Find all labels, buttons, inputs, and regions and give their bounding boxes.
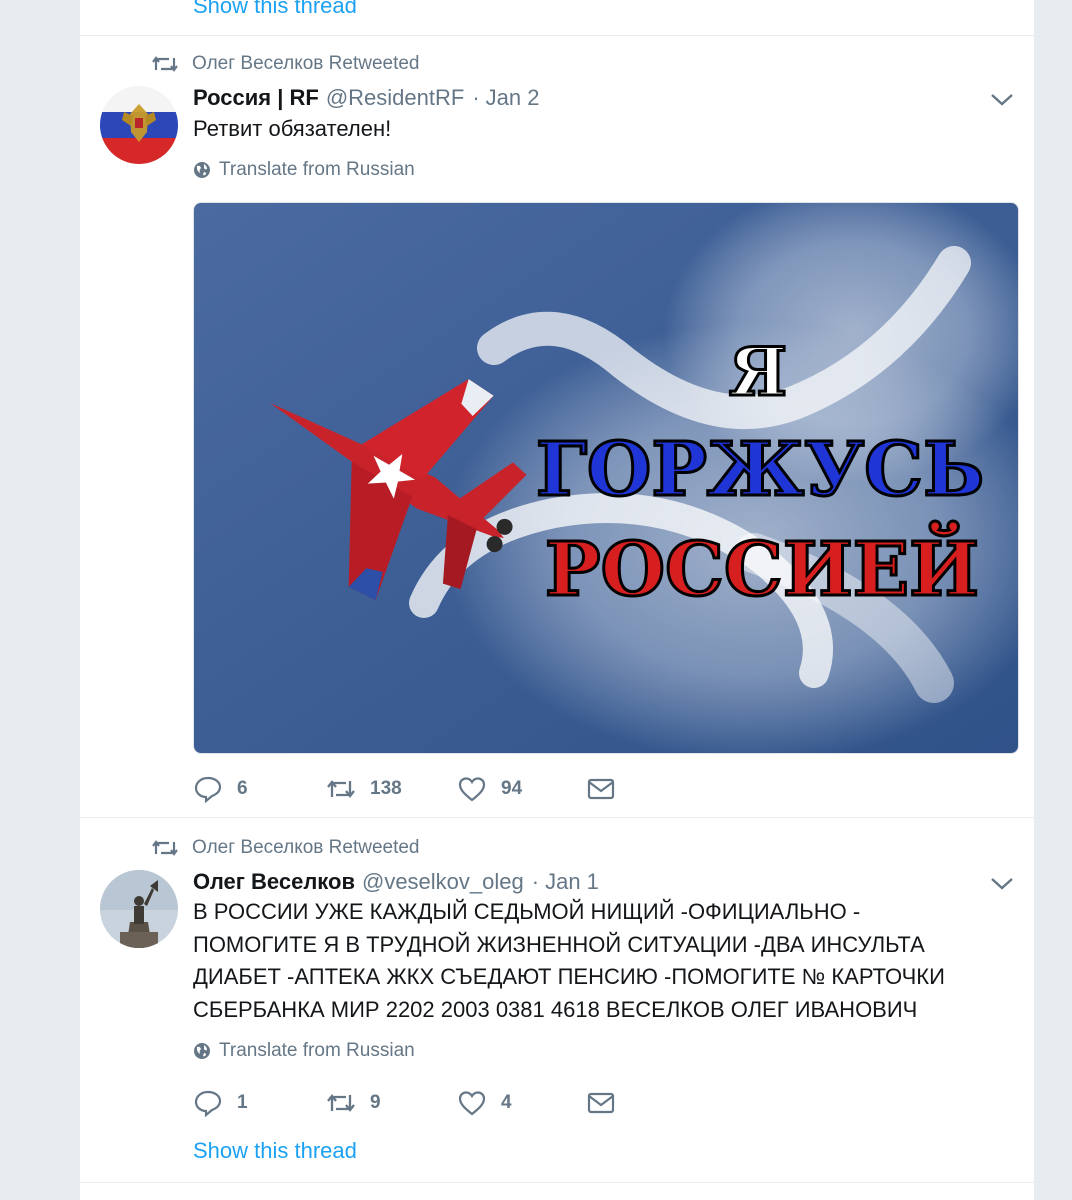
tweet-divider: [80, 1182, 1034, 1183]
retweet-icon: [327, 780, 355, 798]
separator-dot: ·: [472, 85, 480, 110]
direct-message-button[interactable]: [586, 1086, 616, 1120]
tweet-date[interactable]: Jan 1: [545, 869, 599, 895]
direct-message-icon: [587, 1092, 615, 1114]
reply-button[interactable]: 1: [193, 1086, 248, 1120]
translate-link[interactable]: Translate from Russian: [193, 1040, 415, 1062]
globe-icon: [194, 162, 210, 178]
tweet-text: Ретвит обязателен!: [193, 116, 392, 141]
translate-link[interactable]: Translate from Russian: [193, 159, 415, 181]
tweet-text-line: В РОССИИ УЖЕ КАЖДЫЙ СЕДЬМОЙ НИЩИЙ -ОФИЦИ…: [193, 899, 861, 924]
retweet-button[interactable]: 9: [326, 1086, 381, 1120]
image-text-line3: РОССИЕЙ: [545, 520, 979, 613]
like-button[interactable]: 4: [457, 1086, 512, 1120]
image-text-line2: ГОРЖУСЬ: [536, 427, 984, 513]
retweet-count: 138: [370, 778, 402, 799]
retweet-context-text: Олег Веселков Retweeted: [192, 53, 420, 74]
author-handle[interactable]: @ResidentRF: [326, 85, 465, 111]
author-handle[interactable]: @veselkov_oleg: [362, 869, 524, 895]
retweet-context: Олег Веселков Retweeted: [152, 835, 420, 861]
author-name[interactable]: Олег Веселков: [193, 869, 355, 895]
retweet-icon: [152, 840, 178, 856]
retweet-icon: [327, 1094, 355, 1112]
tweet-text: В РОССИИ УЖЕ КАЖДЫЙ СЕДЬМОЙ НИЩИЙ -ОФИЦИ…: [193, 896, 993, 1026]
retweet-icon: [152, 56, 178, 72]
tweet-actions: 6 138 94: [193, 772, 893, 806]
avatar[interactable]: [100, 86, 178, 164]
caret-down-icon[interactable]: [988, 89, 1016, 109]
tweet-divider: [80, 35, 1034, 36]
reply-count: 6: [237, 778, 248, 799]
tweet-actions: 1 9 4: [193, 1086, 893, 1120]
caret-down-icon[interactable]: [988, 873, 1016, 893]
show-thread-link[interactable]: Show this thread: [193, 0, 357, 19]
separator-dot: ·: [531, 869, 540, 894]
retweet-count: 9: [370, 1092, 381, 1113]
avatar[interactable]: [100, 870, 178, 948]
reply-icon: [194, 776, 222, 803]
like-icon: [458, 777, 486, 802]
tweet-divider: [80, 817, 1034, 818]
reply-icon: [194, 1090, 222, 1117]
like-count: 4: [501, 1092, 512, 1113]
tweet-image[interactable]: Я ГОРЖУСЬ РОССИЕЙ: [193, 202, 1019, 754]
author-name[interactable]: Россия | RF: [193, 85, 319, 111]
tweet-text-line: СБЕРБАНКА МИР 2202 2003 0381 4618 ВЕСЕЛК…: [193, 996, 918, 1022]
translate-text: Translate from Russian: [219, 159, 415, 180]
reply-count: 1: [237, 1092, 248, 1113]
retweet-context: Олег Веселков Retweeted: [152, 51, 420, 77]
globe-icon: [194, 1043, 210, 1059]
tweet-text-line: ПОМОГИТЕ Я В ТРУДНОЙ ЖИЗНЕННОЙ СИТУАЦИИ …: [193, 931, 925, 957]
show-thread-link[interactable]: Show this thread: [193, 1138, 357, 1164]
reply-button[interactable]: 6: [193, 772, 248, 806]
tweet-header: Олег Веселков @veselkov_oleg · Jan 1: [193, 869, 599, 895]
like-button[interactable]: 94: [457, 772, 522, 806]
retweet-button[interactable]: 138: [326, 772, 402, 806]
direct-message-button[interactable]: [586, 772, 616, 806]
translate-text: Translate from Russian: [219, 1040, 415, 1061]
tweet-date[interactable]: Jan 2: [486, 85, 540, 111]
like-count: 94: [501, 778, 523, 799]
timeline-column: Show this thread Олег Веселков Retweeted: [80, 0, 1034, 1200]
tweet-text-line: ДИАБЕТ -АПТЕКА ЖКХ СЪЕДАЮТ ПЕНСИЮ -ПОМОГ…: [193, 964, 945, 989]
tweet-header: Россия | RF @ResidentRF · Jan 2: [193, 85, 539, 111]
direct-message-icon: [587, 778, 615, 800]
image-text-line1: Я: [729, 333, 787, 411]
retweet-context-text: Олег Веселков Retweeted: [192, 837, 420, 858]
like-icon: [458, 1091, 486, 1116]
